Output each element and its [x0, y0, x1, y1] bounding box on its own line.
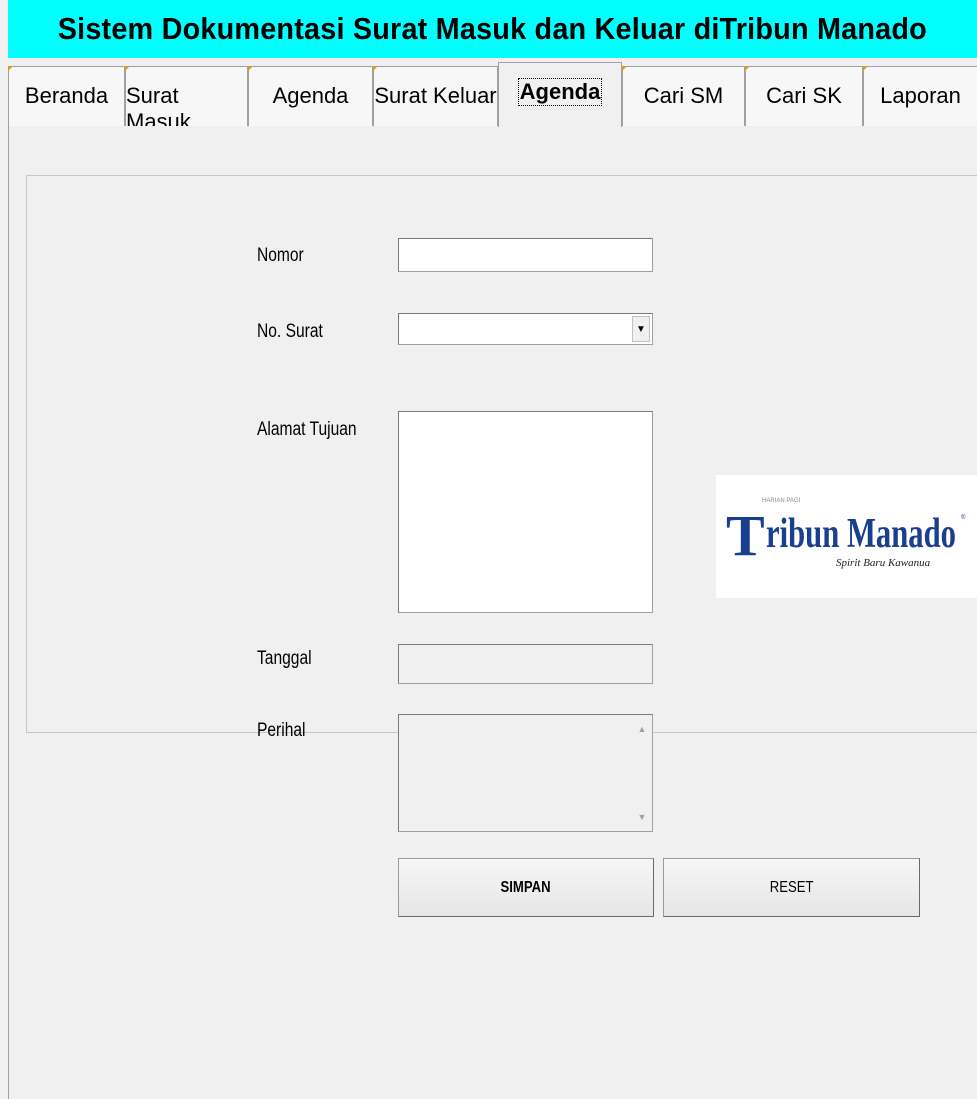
app-title-bar: Sistem Dokumentasi Surat Masuk dan Kelua…: [8, 0, 977, 58]
svg-text:HARIAN PAGI: HARIAN PAGI: [762, 498, 801, 504]
tab-corner-marker: [373, 66, 378, 71]
tanggal-field: [398, 644, 653, 684]
tab-corner-marker: [745, 66, 750, 71]
tab-label: Cari SM: [643, 83, 724, 108]
svg-text:ribun Manado: ribun Manado: [766, 511, 956, 557]
svg-text:T: T: [726, 503, 765, 568]
tanggal-label: Tanggal: [257, 648, 312, 669]
tab-label: Agenda: [272, 83, 349, 108]
no-surat-label: No. Surat: [257, 321, 323, 342]
perihal-textarea: ▲ ▼: [398, 714, 653, 832]
tab-laporan[interactable]: Laporan: [863, 66, 977, 126]
tab-beranda[interactable]: Beranda: [8, 66, 125, 126]
tab-cari-sm[interactable]: Cari SM: [622, 66, 745, 126]
tab-content-panel: Nomor No. Surat ▼ Alamat Tujuan Tanggal …: [8, 126, 977, 1099]
alamat-tujuan-label: Alamat Tujuan: [257, 419, 357, 440]
tab-agenda-keluar[interactable]: Agenda: [498, 62, 622, 127]
svg-text:Spirit Baru Kawanua: Spirit Baru Kawanua: [836, 557, 931, 569]
scroll-down-icon[interactable]: ▼: [638, 812, 647, 822]
tab-surat-masuk[interactable]: Surat Masuk: [125, 66, 248, 134]
tab-label: Beranda: [24, 83, 109, 108]
tab-label: Surat Keluar: [374, 83, 497, 108]
tab-label: Laporan: [880, 83, 961, 108]
no-surat-dropdown[interactable]: ▼: [398, 313, 653, 345]
nomor-field[interactable]: [398, 238, 653, 272]
tab-surat-keluar[interactable]: Surat Keluar: [373, 66, 498, 126]
tab-cari-sk[interactable]: Cari SK: [745, 66, 863, 126]
app-title: Sistem Dokumentasi Surat Masuk dan Kelua…: [57, 11, 928, 46]
tribun-manado-logo: HARIAN PAGI T ribun Manado ® Spirit Baru…: [716, 475, 977, 598]
tab-agenda-masuk[interactable]: Agenda: [248, 66, 373, 126]
tab-bar: Beranda Surat Masuk Agenda Surat Keluar …: [8, 58, 977, 134]
tab-corner-marker: [125, 66, 130, 71]
tribun-manado-logo-image: HARIAN PAGI T ribun Manado ® Spirit Baru…: [716, 475, 977, 598]
svg-text:®: ®: [961, 514, 966, 521]
nomor-label: Nomor: [257, 245, 304, 266]
agenda-form-panel: Nomor No. Surat ▼ Alamat Tujuan Tanggal …: [26, 175, 977, 917]
tab-label: Agenda: [517, 78, 603, 106]
reset-button-label: RESET: [769, 878, 814, 896]
tab-corner-marker: [248, 66, 253, 71]
tab-corner-marker: [863, 66, 868, 71]
tab-label: Cari SK: [766, 83, 842, 108]
scroll-up-icon[interactable]: ▲: [638, 724, 647, 734]
simpan-button-label: SIMPAN: [500, 878, 552, 896]
simpan-button[interactable]: SIMPAN: [398, 858, 654, 917]
tab-corner-marker: [8, 66, 13, 71]
perihal-label: Perihal: [257, 720, 306, 741]
dropdown-arrow-icon[interactable]: ▼: [632, 316, 650, 342]
tab-corner-marker: [622, 66, 627, 71]
alamat-tujuan-textarea[interactable]: [398, 411, 653, 613]
perihal-scrollbar[interactable]: ▲ ▼: [633, 716, 651, 830]
reset-button[interactable]: RESET: [663, 858, 920, 917]
